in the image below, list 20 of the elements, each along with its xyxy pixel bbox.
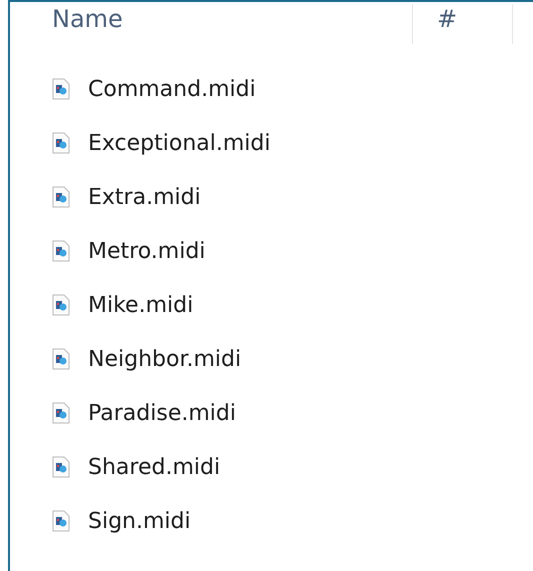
column-header[interactable]: # bbox=[413, 4, 513, 44]
music-file-icon bbox=[52, 510, 70, 532]
music-file-icon bbox=[52, 240, 70, 262]
music-file-icon bbox=[52, 78, 70, 100]
music-file-icon bbox=[52, 186, 70, 208]
file-name[interactable]: Mike.midi bbox=[88, 292, 194, 318]
music-file-icon bbox=[52, 456, 70, 478]
music-file-icon bbox=[52, 294, 70, 316]
music-file-icon bbox=[52, 402, 70, 424]
music-file-icon bbox=[52, 348, 70, 370]
file-name[interactable]: Paradise.midi bbox=[88, 400, 236, 426]
file-name[interactable]: Exceptional.midi bbox=[88, 130, 270, 156]
file-name[interactable]: Metro.midi bbox=[88, 238, 206, 264]
music-file-icon bbox=[52, 132, 70, 154]
column-header[interactable]: Name bbox=[10, 4, 413, 44]
file-name[interactable]: Extra.midi bbox=[88, 184, 201, 210]
file-name[interactable]: Command.midi bbox=[88, 76, 256, 102]
file-name[interactable]: Shared.midi bbox=[88, 454, 220, 480]
file-name[interactable]: Sign.midi bbox=[88, 508, 191, 534]
file-name[interactable]: Neighbor.midi bbox=[88, 346, 242, 372]
